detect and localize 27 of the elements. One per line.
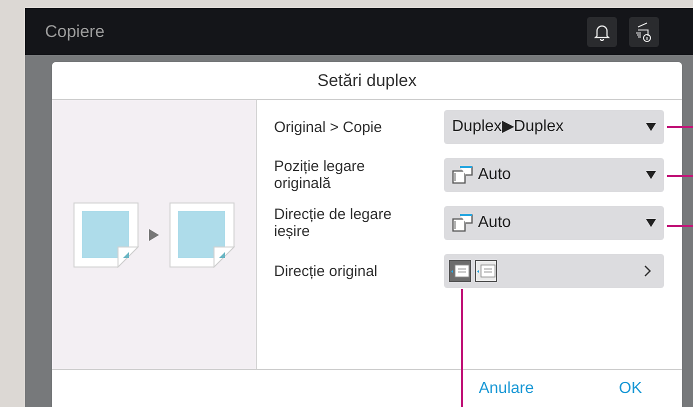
setting-dropdown[interactable]: Duplex▶Duplex bbox=[444, 110, 664, 144]
setting-dropdown[interactable]: Auto bbox=[444, 206, 664, 240]
notification-button[interactable] bbox=[587, 16, 617, 46]
page-icon bbox=[169, 202, 235, 268]
bell-icon bbox=[594, 22, 610, 40]
device-info-button[interactable] bbox=[629, 16, 659, 46]
chevron-right-icon bbox=[644, 265, 652, 277]
orientation-icon bbox=[475, 260, 497, 282]
caret-icon bbox=[646, 123, 656, 131]
caret-icon bbox=[646, 171, 656, 179]
leader-line bbox=[667, 225, 693, 227]
screen-title: Copiere bbox=[45, 20, 106, 43]
setting-label: Direcție de legare ieșire bbox=[274, 206, 393, 240]
setting-dropdown[interactable]: Auto bbox=[444, 158, 664, 192]
setting-selector[interactable] bbox=[444, 254, 664, 288]
setting-label: Direcție original bbox=[274, 262, 378, 280]
setting-label: Original > Copie bbox=[274, 118, 383, 136]
caret-icon bbox=[646, 219, 656, 227]
arrow-icon bbox=[149, 228, 159, 240]
orientation-icon bbox=[449, 260, 471, 282]
binding-icon bbox=[452, 166, 474, 184]
page-icon bbox=[73, 202, 139, 268]
printer-info-icon bbox=[634, 20, 654, 42]
setting-label: Poziție legare originală bbox=[274, 158, 366, 192]
binding-icon bbox=[452, 214, 474, 232]
leader-line bbox=[667, 175, 693, 177]
leader-line bbox=[667, 126, 693, 128]
